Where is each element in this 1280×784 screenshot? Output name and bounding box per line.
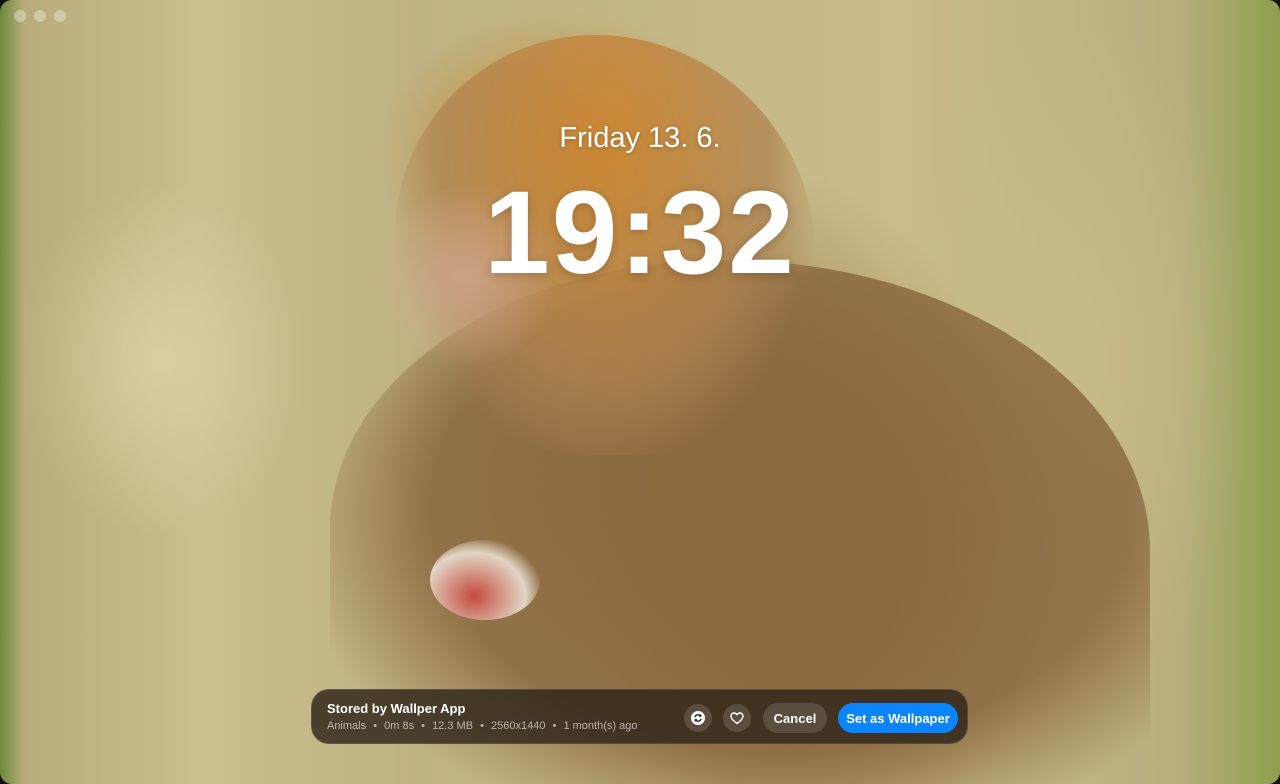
meta-separator: • <box>421 720 425 732</box>
set-as-wallpaper-button[interactable]: Set as Wallpaper <box>838 703 958 733</box>
meta-resolution: 2560x1440 <box>491 720 546 732</box>
wallpaper-meta: Animals • 0m 8s • 12.3 MB • 2560x1440 • … <box>327 720 637 732</box>
source-title: Stored by Wallper App <box>327 701 466 716</box>
meta-duration: 0m 8s <box>384 720 415 732</box>
meta-separator: • <box>552 720 557 732</box>
refresh-button[interactable] <box>684 704 712 732</box>
meta-age: 1 month(s) ago <box>563 720 638 732</box>
close-window-button[interactable] <box>14 10 26 22</box>
favorite-button[interactable] <box>723 704 751 732</box>
zoom-window-button[interactable] <box>54 10 66 22</box>
meta-category: Animals <box>327 720 367 732</box>
meta-separator: • <box>373 720 378 732</box>
cancel-button[interactable]: Cancel <box>763 703 827 733</box>
window-controls <box>14 10 66 22</box>
wallpaper-preview-window: Friday 13. 6. 19:32 Stored by Wallper Ap… <box>0 0 1280 784</box>
wallpaper-info-bar: Stored by Wallper App Animals • 0m 8s • … <box>311 689 968 744</box>
refresh-icon <box>691 711 705 725</box>
wallpaper-apple <box>430 540 540 620</box>
lock-screen-time: 19:32 <box>484 167 796 299</box>
lock-screen-date: Friday 13. 6. <box>559 122 721 154</box>
heart-icon <box>730 712 744 725</box>
meta-separator: • <box>480 720 484 732</box>
minimize-window-button[interactable] <box>34 10 46 22</box>
meta-size: 12.3 MB <box>432 720 474 732</box>
